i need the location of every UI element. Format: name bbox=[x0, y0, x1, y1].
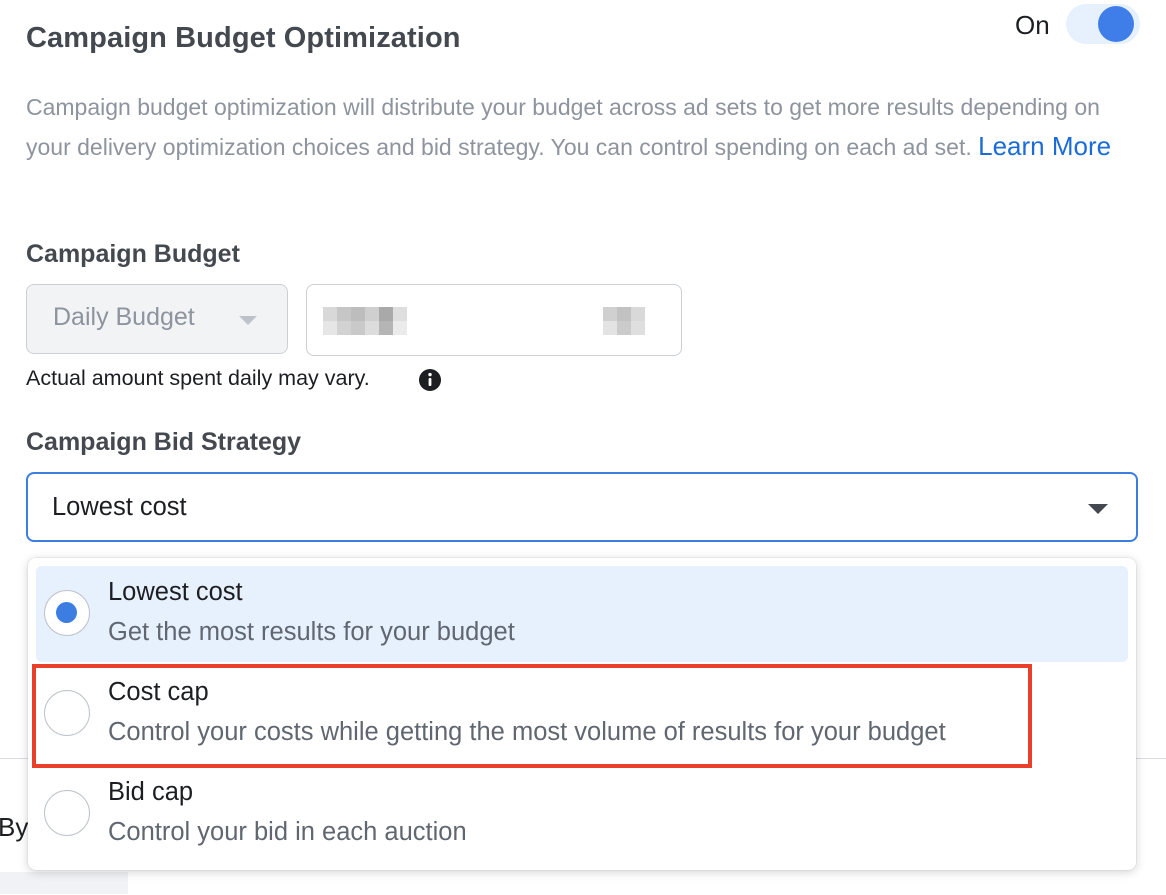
option-description: Control your bid in each auction bbox=[108, 818, 467, 846]
caret-down-icon bbox=[1088, 504, 1108, 514]
section-title: Campaign Budget Optimization bbox=[26, 22, 461, 54]
bid-strategy-value: Lowest cost bbox=[52, 493, 187, 521]
redacted-block bbox=[603, 321, 617, 335]
option-title: Lowest cost bbox=[108, 578, 243, 606]
redacted-block bbox=[351, 321, 365, 335]
option-description: Control your costs while getting the mos… bbox=[108, 718, 946, 746]
redacted-block bbox=[603, 307, 617, 321]
redacted-block bbox=[393, 321, 407, 335]
redacted-block bbox=[617, 307, 631, 321]
redacted-block bbox=[617, 321, 631, 335]
redacted-block bbox=[631, 307, 645, 321]
radio-button[interactable] bbox=[44, 790, 90, 836]
option-lowest-cost[interactable]: Lowest cost Get the most results for you… bbox=[36, 566, 1128, 662]
budget-note: Actual amount spent daily may vary. bbox=[26, 366, 370, 390]
option-bid-cap[interactable]: Bid cap Control your bid in each auction bbox=[36, 766, 1128, 862]
toggle-label: On bbox=[1015, 10, 1050, 40]
description-text: Campaign budget optimization will distri… bbox=[26, 94, 1100, 160]
budget-amount-input[interactable] bbox=[306, 284, 682, 356]
bid-strategy-select[interactable]: Lowest cost bbox=[26, 472, 1138, 542]
budget-type-select[interactable]: Daily Budget bbox=[26, 284, 288, 354]
redacted-block bbox=[379, 307, 393, 321]
radio-button[interactable] bbox=[44, 690, 90, 736]
redacted-block bbox=[393, 307, 407, 321]
partial-background-text: By bbox=[0, 812, 29, 842]
redacted-block bbox=[379, 321, 393, 335]
toggle-knob[interactable] bbox=[1098, 6, 1134, 42]
option-title: Cost cap bbox=[108, 678, 209, 706]
campaign-budget-label: Campaign Budget bbox=[26, 240, 240, 268]
redacted-block bbox=[323, 307, 337, 321]
radio-dot bbox=[56, 602, 77, 623]
option-cost-cap[interactable]: Cost cap Control your costs while gettin… bbox=[36, 666, 1128, 762]
budget-type-value: Daily Budget bbox=[53, 303, 195, 331]
redacted-block bbox=[337, 307, 351, 321]
radio-button[interactable] bbox=[44, 590, 90, 636]
redacted-block bbox=[351, 307, 365, 321]
info-icon[interactable] bbox=[418, 368, 442, 392]
bid-strategy-label: Campaign Bid Strategy bbox=[26, 428, 302, 456]
learn-more-link[interactable]: Learn More bbox=[978, 131, 1111, 161]
option-description: Get the most results for your budget bbox=[108, 618, 515, 646]
option-title: Bid cap bbox=[108, 778, 194, 806]
caret-down-icon bbox=[239, 316, 257, 325]
redacted-block bbox=[365, 321, 379, 335]
section-description: Campaign budget optimization will distri… bbox=[26, 88, 1136, 166]
redacted-block bbox=[323, 321, 337, 335]
redacted-block bbox=[337, 321, 351, 335]
redacted-block bbox=[631, 321, 645, 335]
redacted-block bbox=[365, 307, 379, 321]
bid-strategy-menu: Lowest cost Get the most results for you… bbox=[28, 558, 1136, 870]
partial-background-strip bbox=[0, 872, 128, 894]
